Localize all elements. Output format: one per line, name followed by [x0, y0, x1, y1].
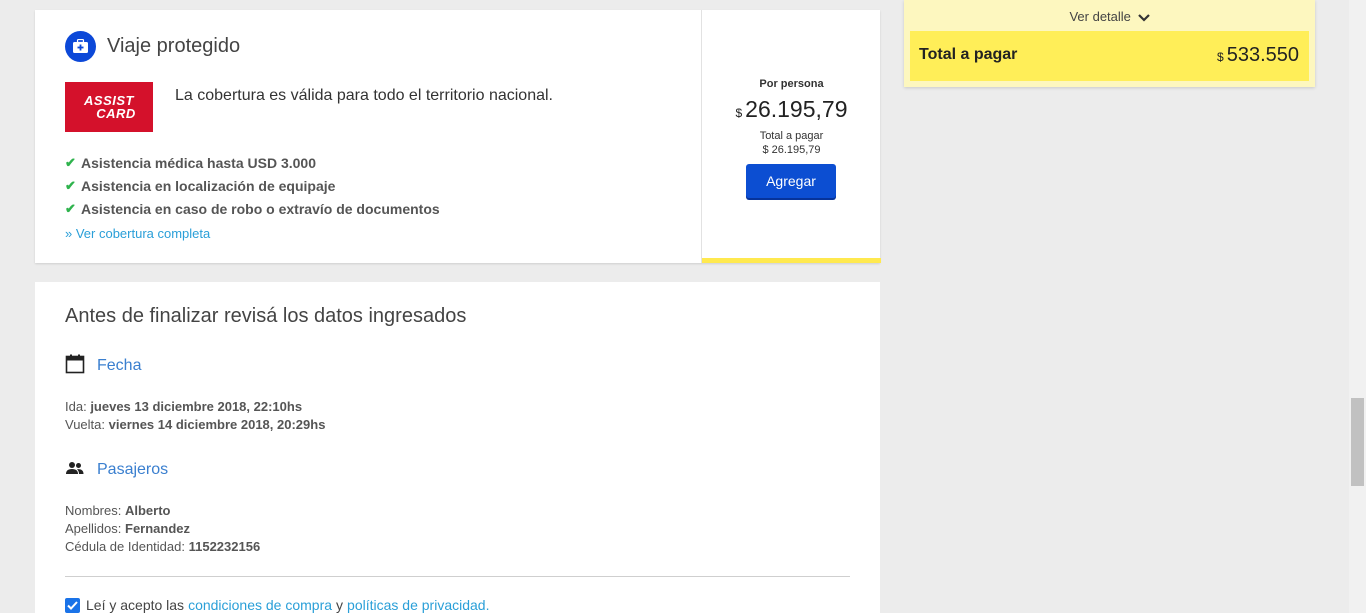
view-detail-toggle[interactable]: Ver detalle: [904, 9, 1315, 25]
feature-text: Asistencia en localización de equipaje: [81, 178, 336, 194]
insurance-card: Viaje protegido ASSIST CARD La cobertura…: [35, 10, 881, 263]
currency-symbol: $: [735, 106, 743, 120]
review-card: Antes de finalizar revisá los datos ingr…: [35, 282, 880, 613]
scrollbar-thumb[interactable]: [1351, 398, 1364, 486]
date-section-title: Fecha: [97, 357, 142, 374]
id-value: 1152232156: [188, 539, 261, 554]
names-value: Alberto: [124, 503, 171, 518]
add-insurance-button[interactable]: Agregar: [746, 164, 836, 198]
assist-card-logo: ASSIST CARD: [65, 82, 153, 132]
id-line: Cédula de Identidad: 1152232156: [65, 539, 260, 554]
departure-value: jueves 13 diciembre 2018, 22:10hs: [90, 399, 303, 414]
divider: [65, 576, 850, 577]
terms-link[interactable]: condiciones de compra: [188, 597, 332, 613]
return-value: viernes 14 diciembre 2018, 20:29hs: [108, 417, 326, 432]
accept-terms-checkbox[interactable]: [65, 597, 80, 613]
feature-text: Asistencia en caso de robo o extravío de…: [81, 201, 440, 217]
yellow-accent-bar: [702, 258, 881, 263]
logo-line-2: CARD: [96, 106, 136, 121]
names-line: Nombres: Alberto: [65, 503, 170, 518]
return-label: Vuelta:: [65, 417, 105, 432]
feature-item: ✔ Asistencia en localización de equipaje: [65, 178, 335, 194]
insurance-total-label: Total a pagar: [759, 130, 824, 142]
insurance-info: Viaje protegido ASSIST CARD La cobertura…: [35, 10, 701, 263]
check-icon: ✔: [65, 155, 76, 170]
medical-case-icon: [65, 31, 96, 62]
review-title: Antes de finalizar revisá los datos ingr…: [65, 305, 467, 327]
per-person-label: Por persona: [759, 78, 824, 90]
price-summary: Ver detalle Total a pagar $533.550: [904, 0, 1315, 87]
view-full-coverage-link[interactable]: » Ver cobertura completa: [65, 226, 210, 241]
check-icon: ✔: [65, 178, 76, 193]
passengers-section-title: Pasajeros: [97, 461, 169, 478]
id-label: Cédula de Identidad:: [65, 539, 185, 554]
surnames-label: Apellidos:: [65, 521, 122, 536]
names-label: Nombres:: [65, 503, 122, 518]
chevron-down-icon: [1137, 10, 1150, 25]
view-detail-label: Ver detalle: [1069, 9, 1131, 24]
accept-prefix: Leí y acepto las: [86, 597, 185, 613]
total-box: Total a pagar $533.550: [910, 31, 1309, 81]
insurance-total-value: $ 26.195,79: [762, 144, 821, 156]
surnames-value: Fernandez: [125, 521, 191, 536]
insurance-title: Viaje protegido: [107, 35, 241, 57]
people-icon: [65, 459, 85, 479]
feature-item: ✔ Asistencia en caso de robo o extravío …: [65, 201, 440, 217]
feature-text: Asistencia médica hasta USD 3.000: [81, 155, 317, 171]
currency-symbol: $: [1217, 50, 1224, 64]
calendar-icon: [65, 354, 85, 374]
total-value: $533.550: [1217, 44, 1299, 67]
scrollbar[interactable]: [1349, 0, 1366, 613]
price-amount: 26.195,79: [745, 96, 848, 122]
privacy-link[interactable]: políticas de privacidad.: [347, 597, 489, 613]
accept-terms-row: Leí y acepto las condiciones de compra y…: [65, 597, 493, 613]
insurance-description: La cobertura es válida para todo el terr…: [175, 87, 553, 104]
feature-item: ✔ Asistencia médica hasta USD 3.000: [65, 155, 316, 171]
departure-line: Ida: jueves 13 diciembre 2018, 22:10hs: [65, 399, 302, 414]
total-label: Total a pagar: [919, 46, 1018, 63]
return-line: Vuelta: viernes 14 diciembre 2018, 20:29…: [65, 417, 325, 432]
total-amount: 533.550: [1226, 44, 1299, 66]
check-icon: ✔: [65, 201, 76, 216]
departure-label: Ida:: [65, 399, 87, 414]
per-person-price: $26.195,79: [702, 96, 881, 123]
surnames-line: Apellidos: Fernandez: [65, 521, 190, 536]
insurance-price-panel: Por persona $26.195,79 Total a pagar $ 2…: [701, 10, 881, 263]
accept-and: y: [336, 597, 344, 613]
